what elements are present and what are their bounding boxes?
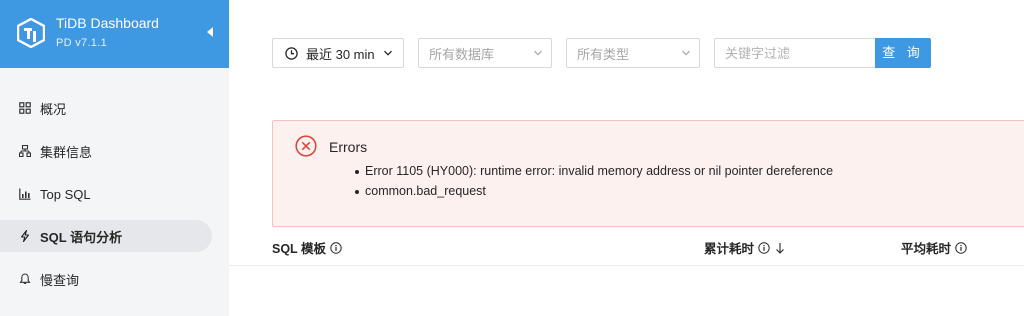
chevron-down-icon (534, 50, 542, 56)
time-range-picker[interactable]: 最近 30 min (272, 38, 404, 68)
keyword-search-input[interactable] (714, 38, 876, 68)
database-select[interactable]: 所有数据库 (418, 38, 552, 68)
collapse-sidebar-icon[interactable] (207, 27, 213, 37)
sidebar-item-top-sql[interactable]: Top SQL (0, 178, 212, 210)
statements-table-header: SQL 模板 累计耗时 平均耗时 (229, 228, 1024, 266)
sidebar-item-slow-query[interactable]: 慢查询 (0, 263, 212, 295)
sidebar-item-label: 慢查询 (40, 272, 80, 288)
type-select[interactable]: 所有类型 (566, 38, 700, 68)
brand-header: TiDB Dashboard PD v7.1.1 (0, 0, 229, 68)
error-message: common.bad_request (354, 183, 833, 203)
error-alert: Errors Error 1105 (HY000): runtime error… (272, 120, 1024, 227)
cluster-icon (19, 145, 31, 157)
close-circle-icon (295, 135, 317, 157)
time-range-label: 最近 30 min (306, 46, 375, 62)
column-avg-latency[interactable]: 平均耗时 (901, 238, 967, 257)
column-label: SQL 模板 (272, 242, 326, 256)
bar-chart-icon (19, 188, 31, 200)
chevron-down-icon (682, 50, 690, 56)
bell-icon (19, 273, 31, 284)
error-message-list: Error 1105 (HY000): runtime error: inval… (354, 163, 833, 203)
column-label: 累计耗时 (704, 242, 755, 256)
error-title: Errors (329, 139, 368, 155)
type-select-placeholder: 所有类型 (577, 46, 630, 62)
info-icon[interactable] (330, 241, 342, 254)
column-label: 平均耗时 (901, 242, 952, 256)
sidebar-item-label: SQL 语句分析 (40, 229, 123, 245)
sidebar-item-label: 集群信息 (40, 144, 93, 160)
sidebar: TiDB Dashboard PD v7.1.1 概况 集群信息 Top SQL… (0, 0, 229, 316)
sidebar-item-label: 概况 (40, 101, 67, 117)
app-version: PD v7.1.1 (56, 37, 108, 49)
overview-icon (19, 102, 31, 114)
error-message: Error 1105 (HY000): runtime error: inval… (354, 163, 833, 183)
sort-descending-icon[interactable] (775, 242, 785, 254)
sidebar-item-label: Top SQL (40, 186, 91, 202)
database-select-placeholder: 所有数据库 (429, 46, 495, 62)
column-total-latency[interactable]: 累计耗时 (704, 238, 785, 257)
query-button[interactable]: 查 询 (875, 38, 931, 68)
thunder-icon (20, 230, 30, 242)
app-title: TiDB Dashboard (56, 15, 159, 31)
info-icon[interactable] (955, 241, 967, 254)
app-root: TiDB Dashboard PD v7.1.1 概况 集群信息 Top SQL… (0, 0, 1024, 316)
sidebar-item-sql-statements[interactable]: SQL 语句分析 (0, 220, 212, 252)
chevron-down-icon (383, 50, 392, 56)
sidebar-item-overview[interactable]: 概况 (0, 92, 212, 124)
sidebar-item-cluster-info[interactable]: 集群信息 (0, 135, 212, 167)
tidb-logo-icon (17, 18, 45, 48)
column-sql-template: SQL 模板 (272, 238, 342, 257)
info-icon[interactable] (758, 241, 770, 254)
clock-icon (285, 46, 298, 60)
